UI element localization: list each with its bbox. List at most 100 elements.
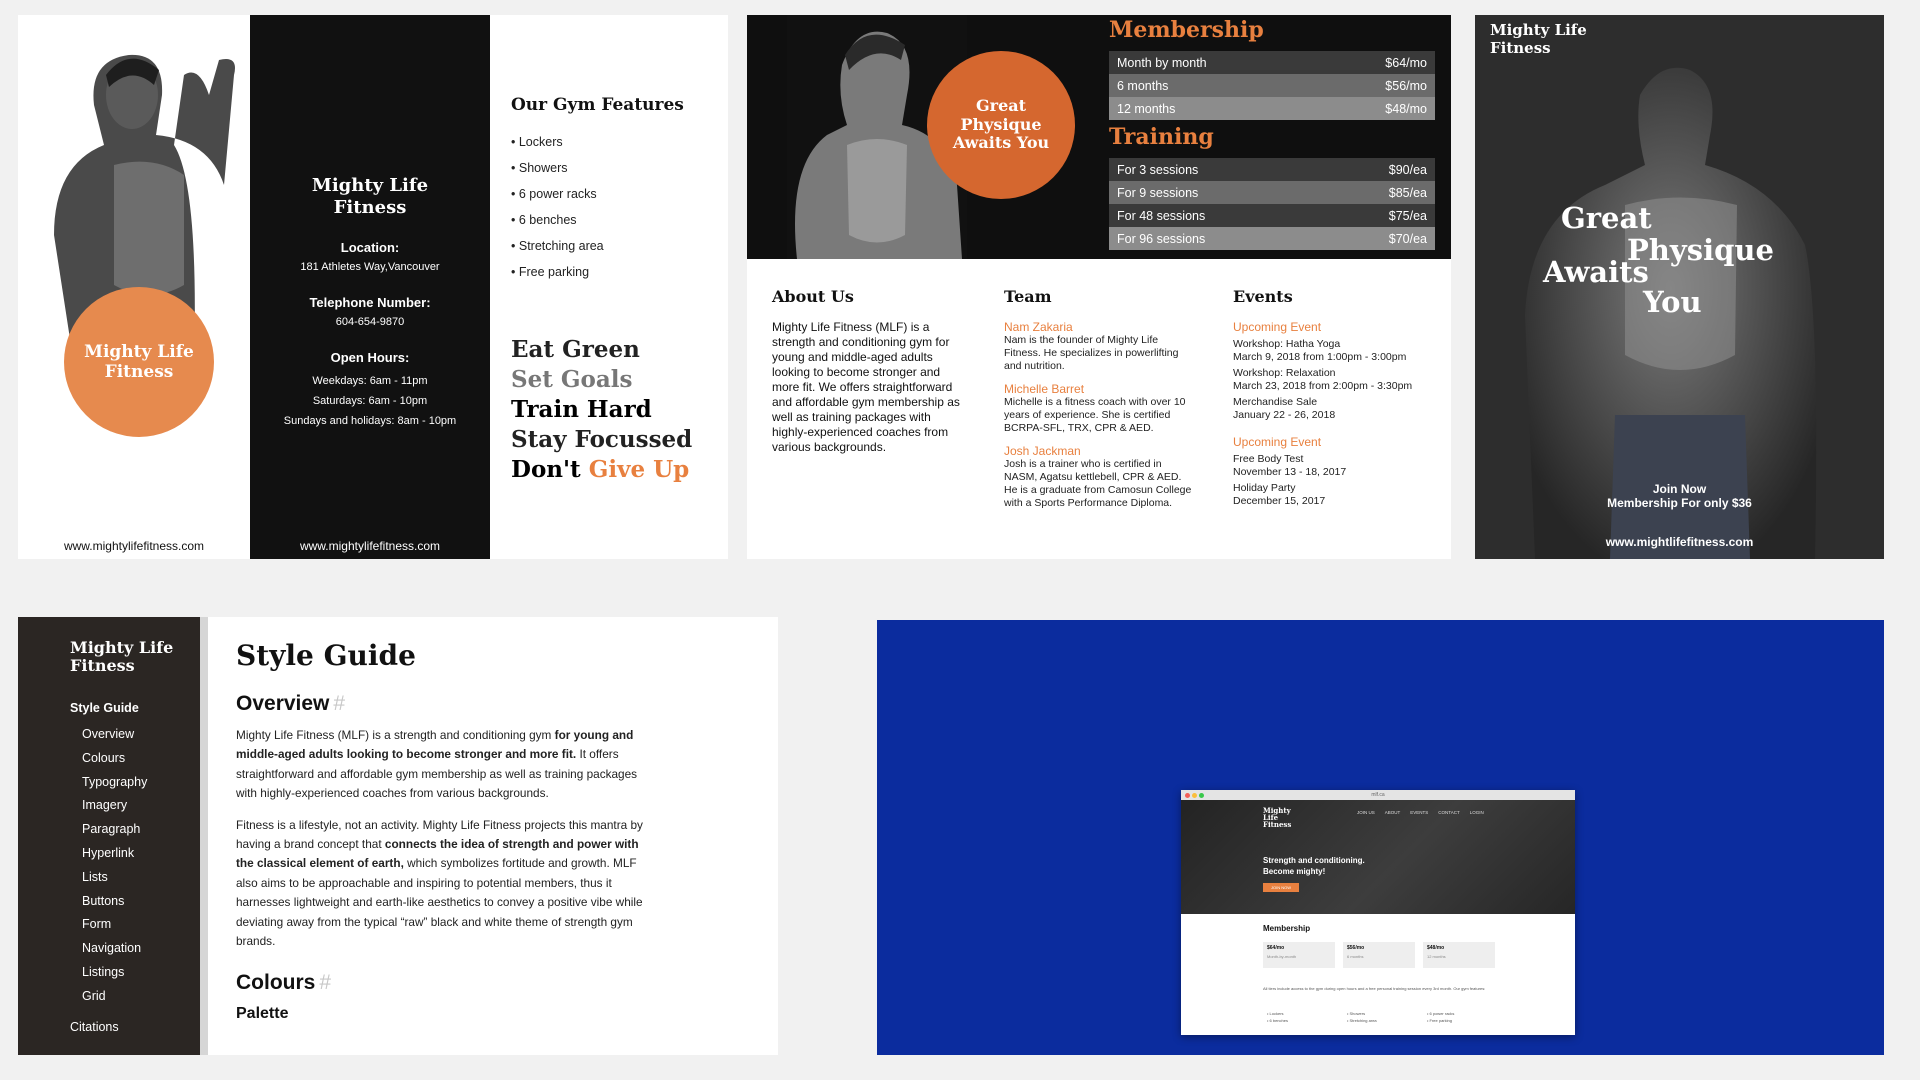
brand-name: Mighty Life Fitness [1263, 806, 1292, 829]
list-item: • Lockers [1267, 1011, 1284, 1016]
slogan: Set Goals [511, 366, 633, 393]
headline-word-accent: You [1643, 285, 1702, 319]
brand-name: Mighty Life Fitness [84, 341, 194, 382]
team-member-name: Josh Jackman [1004, 444, 1081, 458]
events-section: Events Upcoming Event Workshop: Hatha Yo… [1233, 287, 1412, 507]
website-url: www.mightlifefitness.com [1605, 535, 1754, 549]
browser-toolbar: mlf.ca [1181, 790, 1575, 800]
list-item: • 6 power racks [511, 187, 597, 201]
team-member-name: Michelle Barret [1004, 382, 1085, 396]
sidebar-item-colours[interactable]: Colours [82, 747, 147, 771]
training-title: Training [1109, 124, 1214, 150]
sidebar-item-buttons[interactable]: Buttons [82, 890, 147, 914]
hours-list: Weekdays: 6am - 11pm Saturdays: 6am - 10… [250, 371, 490, 431]
nav-item[interactable]: JOIN US [1357, 810, 1375, 815]
event-item: Free Body Test November 13 - 18, 2017 [1233, 453, 1347, 478]
about-section: About Us Mighty Life Fitness (MLF) is a … [772, 287, 968, 455]
list-item: • Showers [511, 161, 568, 175]
top-nav: JOIN US ABOUT EVENTS CONTACT LOGIN [1357, 810, 1484, 815]
features-list: • Lockers • Showers • 6 power racks • 6 … [511, 129, 728, 285]
brochure-info-panel: Mighty Life Fitness Location: 181 Athlet… [250, 15, 490, 559]
sidebar-item-lists[interactable]: Lists [82, 866, 147, 890]
brand-circle: Mighty Life Fitness [64, 287, 214, 437]
list-item: • 6 benches [511, 213, 577, 227]
plan-card[interactable]: $64/mo Month-by-month [1263, 942, 1335, 968]
plan-card[interactable]: $56/mo 6 months [1343, 942, 1415, 968]
anchor-link[interactable]: # [319, 971, 331, 994]
team-member-bio: Josh is a trainer who is certified in NA… [1004, 458, 1192, 509]
headline-word: Awaits [1543, 255, 1649, 289]
flyer-mockup: Great Physique Awaits You Membership Mon… [747, 15, 1451, 559]
sidebar-item-overview[interactable]: Overview [82, 723, 147, 747]
list-item: • Stretching area [511, 239, 604, 253]
paragraph: Fitness is a lifestyle, not an activity.… [236, 817, 643, 949]
sidebar-nav: Overview Colours Typography Imagery Para… [82, 723, 147, 1009]
location-value: 181 Athletes Way,Vancouver [300, 261, 440, 274]
website-url: www.mightylifefitness.com [299, 539, 441, 553]
slogan: Stay Focussed [511, 426, 693, 453]
table-row: For 96 sessions $70/ea [1109, 227, 1435, 250]
headline-word: Physique [1627, 233, 1774, 267]
flyer-header: Great Physique Awaits You Membership Mon… [747, 15, 1451, 259]
sidebar-item-imagery[interactable]: Imagery [82, 794, 147, 818]
about-text: Mighty Life Fitness (MLF) is a strength … [772, 320, 960, 454]
scrollbar[interactable] [200, 617, 208, 1055]
sidebar-item-typography[interactable]: Typography [82, 771, 147, 795]
membership-info: All tiers include access to the gym duri… [1263, 986, 1486, 991]
sidebar-item-grid[interactable]: Grid [82, 985, 147, 1009]
tagline-circle: Great Physique Awaits You [927, 51, 1075, 199]
sidebar: Mighty Life Fitness Style Guide Overview… [18, 617, 200, 1055]
join-line: Membership For only $36 [1607, 496, 1752, 510]
table-row: For 48 sessions $75/ea [1109, 204, 1435, 227]
location-label: Location: [340, 240, 400, 256]
nav-item[interactable]: ABOUT [1385, 810, 1401, 815]
hero-heading: Strength and conditioning. Become mighty… [1263, 856, 1365, 876]
website-mockup: mlf.ca Mighty Life Fitness JOIN US ABOUT… [877, 620, 1884, 1055]
training-table: For 3 sessions $90/ea For 9 sessions $85/e… [1109, 158, 1435, 250]
event-group-title: Upcoming Event [1233, 435, 1322, 449]
phone-value: 604-654-9870 [335, 316, 405, 329]
hours-label: Open Hours: [330, 350, 410, 366]
about-title: About Us [772, 287, 854, 306]
event-item: Workshop: Relaxation March 23, 2018 from … [1233, 367, 1413, 392]
membership-title: Membership [1109, 17, 1264, 43]
plan-card[interactable]: $48/mo 12 months [1423, 942, 1495, 968]
table-row: 12 months $48/mo [1109, 97, 1435, 120]
brochure-features-panel: Our Gym Features • Lockers • Showers • 6… [490, 15, 728, 559]
headline-word: Great [1561, 201, 1652, 235]
brochure-mockup: Mighty Life Fitness www.mightylifefitnes… [18, 15, 728, 559]
sidebar-item-navigation[interactable]: Navigation [82, 937, 147, 961]
sidebar-item-citations[interactable]: Citations [70, 1020, 119, 1034]
sidebar-item-paragraph[interactable]: Paragraph [82, 818, 147, 842]
hours-sundays: Sundays and holidays: 8am - 10pm [283, 415, 457, 428]
nav-item[interactable]: EVENTS [1410, 810, 1428, 815]
sidebar-item-style-guide[interactable]: Style Guide [70, 701, 139, 715]
event-item: Holiday Party December 15, 2017 [1233, 482, 1326, 507]
sidebar-item-hyperlink[interactable]: Hyperlink [82, 842, 147, 866]
list-item: • Free parking [1427, 1018, 1452, 1023]
section-heading: Colours # [236, 971, 332, 995]
team-section: Team Nam Zakaria Nam is the founder of M… [1004, 287, 1194, 510]
table-row: Month by month $64/mo [1109, 51, 1435, 74]
table-row: For 3 sessions $90/ea [1109, 158, 1435, 181]
event-item: Merchandise Sale January 22 - 26, 2018 [1233, 396, 1336, 421]
anchor-link[interactable]: # [333, 692, 345, 715]
nav-item[interactable]: LOGIN [1470, 810, 1484, 815]
website-url: www.mightylifefitness.com [63, 539, 205, 553]
join-line: Join Now [1652, 482, 1707, 496]
tagline: Great Physique Awaits You [952, 96, 1050, 153]
address-bar[interactable]: mlf.ca [1181, 790, 1575, 800]
list-item: • 6 benches [1267, 1018, 1288, 1023]
team-title: Team [1004, 287, 1052, 306]
join-button[interactable]: JOIN NOW [1263, 883, 1299, 892]
team-member-name: Nam Zakaria [1004, 320, 1073, 334]
hours-saturdays: Saturdays: 6am - 10pm [312, 395, 428, 408]
slogan-accent: Give Up [588, 456, 690, 483]
team-member-bio: Michelle is a fitness coach with over 10… [1004, 396, 1186, 434]
sidebar-item-listings[interactable]: Listings [82, 961, 147, 985]
sidebar-item-form[interactable]: Form [82, 913, 147, 937]
nav-item[interactable]: CONTACT [1438, 810, 1459, 815]
events-title: Events [1233, 287, 1293, 306]
paragraph: Mighty Life Fitness (MLF) is a strength … [236, 728, 638, 801]
event-item: Workshop: Hatha Yoga March 9, 2018 from 1… [1233, 338, 1407, 363]
